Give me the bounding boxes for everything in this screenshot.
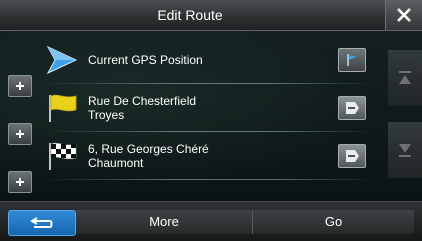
plus-icon [16,82,24,90]
back-arrow-icon [30,217,53,228]
set-start-button[interactable] [338,48,366,72]
plus-icon [16,130,24,138]
close-button[interactable] [385,0,422,30]
scroll-up-button[interactable] [388,50,422,106]
remove-icon [346,102,359,114]
row-divider [42,179,372,180]
insert-waypoint-button[interactable] [8,171,32,193]
page-title: Edit Route [157,7,223,23]
scroll-controls [388,50,422,178]
route-item-city: Chaumont [88,156,144,170]
go-button[interactable]: Go [253,210,414,234]
more-button[interactable]: More [76,210,253,234]
remove-icon [346,150,359,162]
current-position-arrow-icon [46,45,78,75]
bottom-toolbar: More Go [0,201,422,241]
route-item-waypoint[interactable]: Rue De Chesterfield Troyes [42,84,372,132]
flag-icon [347,54,357,66]
route-item-text: Rue De Chesterfield Troyes [88,84,308,132]
route-item-start[interactable]: Current GPS Position [42,36,372,84]
scroll-up-icon [399,71,411,84]
route-item-city: Troyes [88,108,125,122]
edit-route-screen: Edit Route Current GPS Position Rue De C… [0,0,422,241]
route-list: Current GPS Position Rue De Chesterfield… [0,31,380,201]
yellow-flag-icon [46,93,78,123]
title-bar: Edit Route [0,0,422,31]
route-item-name: 6, Rue Georges Chéré [88,142,209,156]
checkered-flag-icon [46,141,78,171]
back-button[interactable] [8,210,76,236]
insert-waypoint-button[interactable] [8,75,32,97]
remove-destination-button[interactable] [338,144,366,168]
close-icon [397,8,411,22]
scroll-down-button[interactable] [388,122,422,178]
route-item-text: Current GPS Position [88,36,308,84]
route-item-destination[interactable]: 6, Rue Georges Chéré Chaumont [42,132,372,180]
route-item-text: 6, Rue Georges Chéré Chaumont [88,132,308,180]
plus-icon [16,178,24,186]
scroll-down-icon [399,144,411,157]
route-item-name: Current GPS Position [88,53,203,67]
insert-waypoint-button[interactable] [8,123,32,145]
route-item-name: Rue De Chesterfield [88,94,197,108]
remove-waypoint-button[interactable] [338,96,366,120]
